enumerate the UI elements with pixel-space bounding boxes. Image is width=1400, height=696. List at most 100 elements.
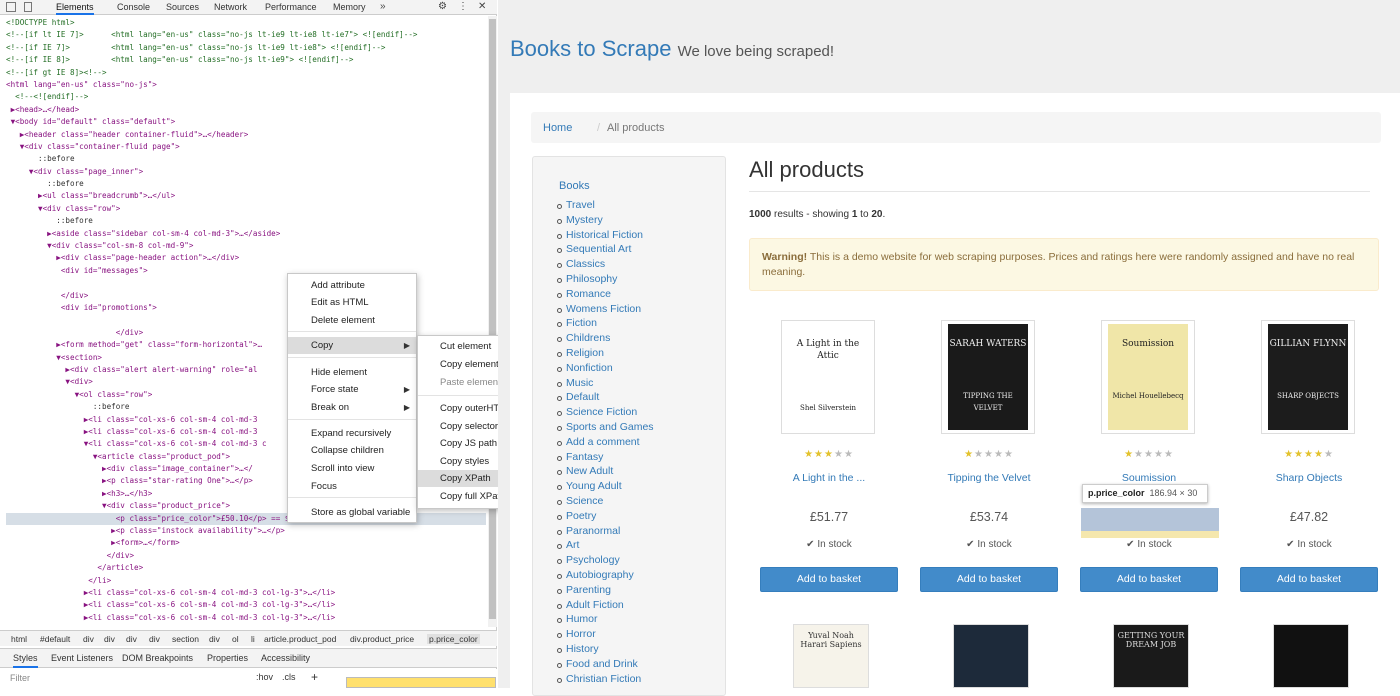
book-cover[interactable]: Yuval Noah Harari Sapiens bbox=[793, 624, 869, 688]
hov-toggle[interactable]: :hov bbox=[256, 672, 273, 682]
context-menu-item[interactable]: Copy ▶ bbox=[288, 337, 416, 354]
book-cover[interactable]: GETTING YOUR DREAM JOB bbox=[1113, 624, 1189, 688]
book-cover[interactable]: SARAH WATERS TIPPING THE VELVET bbox=[941, 320, 1035, 434]
tab-properties[interactable]: Properties bbox=[207, 653, 248, 663]
tab-accessibility[interactable]: Accessibility bbox=[261, 653, 310, 663]
site-brand[interactable]: Books to Scrape We love being scraped! bbox=[510, 36, 834, 62]
breadcrumb-home[interactable]: Home bbox=[543, 122, 572, 134]
category-link[interactable]: Psychology bbox=[557, 554, 654, 569]
category-link[interactable]: Humor bbox=[557, 613, 654, 628]
elements-scrollbar[interactable] bbox=[488, 16, 497, 627]
tab-event-listeners[interactable]: Event Listeners bbox=[51, 653, 113, 663]
category-link[interactable]: Sequential Art bbox=[557, 243, 654, 258]
dom-tree-line[interactable]: <!--[if gt IE 8]><!--> bbox=[6, 67, 486, 79]
dom-tree-line[interactable]: ▶<li class="col-xs-6 col-sm-4 col-md-3 c… bbox=[6, 612, 486, 624]
tab-styles[interactable]: Styles bbox=[13, 653, 38, 668]
dom-breadcrumb-item[interactable]: html bbox=[11, 634, 27, 644]
close-icon[interactable]: ✕ bbox=[478, 1, 486, 12]
category-link[interactable]: Christian Fiction bbox=[557, 673, 654, 688]
dom-breadcrumb-item[interactable]: section bbox=[172, 634, 199, 644]
product-title[interactable]: Tipping the Velvet bbox=[919, 472, 1059, 484]
tab-dom-breakpoints[interactable]: DOM Breakpoints bbox=[122, 653, 193, 663]
category-link[interactable]: Art bbox=[557, 539, 654, 554]
book-cover[interactable]: GILLIAN FLYNN SHARP OBJECTS bbox=[1261, 320, 1355, 434]
dom-tree-line[interactable]: ▼<div class="page_inner"> bbox=[6, 166, 486, 178]
tab-performance[interactable]: Performance bbox=[265, 2, 317, 12]
category-link[interactable]: Paranormal bbox=[557, 525, 654, 540]
context-menu-item[interactable]: Delete element bbox=[288, 312, 416, 329]
book-cover[interactable] bbox=[953, 624, 1029, 688]
dom-tree-line[interactable]: ▶<aside class="sidebar col-sm-4 col-md-3… bbox=[6, 228, 486, 240]
category-link[interactable]: Mystery bbox=[557, 214, 654, 229]
dom-tree-line[interactable]: ▶<li class="col-xs-6 col-sm-4 col-md-3 c… bbox=[6, 599, 486, 611]
dom-tree-line[interactable]: ▼<div class="col-sm-8 col-md-9"> bbox=[6, 240, 486, 252]
dom-breadcrumb-item[interactable]: div bbox=[149, 634, 160, 644]
category-link[interactable]: Fantasy bbox=[557, 451, 654, 466]
category-link[interactable]: Nonfiction bbox=[557, 362, 654, 377]
dom-tree-line[interactable]: ▶<head>…</head> bbox=[6, 104, 486, 116]
category-link[interactable]: Womens Fiction bbox=[557, 303, 654, 318]
scrollbar-thumb[interactable] bbox=[489, 19, 496, 619]
dom-breadcrumb-item[interactable]: div bbox=[104, 634, 115, 644]
dom-tree-line[interactable]: ▶<form>…</form> bbox=[6, 537, 486, 549]
context-menu-item[interactable]: Break on ▶ bbox=[288, 399, 416, 416]
category-link[interactable]: Romance bbox=[557, 288, 654, 303]
add-to-basket-button[interactable]: Add to basket bbox=[1240, 567, 1378, 592]
dom-tree-line[interactable]: ::before bbox=[6, 153, 486, 165]
category-link[interactable]: Default bbox=[557, 391, 654, 406]
new-style-rule-button[interactable]: + bbox=[311, 670, 318, 684]
category-link[interactable]: Add a comment bbox=[557, 436, 654, 451]
dom-tree-line[interactable]: ▶<div class="page-header action">…</div> bbox=[6, 252, 486, 264]
filter-input[interactable]: Filter bbox=[10, 673, 30, 683]
category-link[interactable]: Fiction bbox=[557, 317, 654, 332]
dom-breadcrumb-item[interactable]: ol bbox=[232, 634, 239, 644]
dom-tree-line[interactable]: ▶<p class="instock availability">…</p> bbox=[6, 525, 486, 537]
gear-icon[interactable]: ⚙ bbox=[438, 1, 447, 12]
book-cover[interactable]: Soumission Michel Houellebecq bbox=[1101, 320, 1195, 434]
more-options-icon[interactable]: ⋮ bbox=[458, 1, 468, 12]
category-link[interactable]: New Adult bbox=[557, 465, 654, 480]
dom-breadcrumb-item[interactable]: div.product_price bbox=[350, 634, 414, 644]
tab-elements[interactable]: Elements bbox=[56, 2, 94, 15]
category-link[interactable]: Philosophy bbox=[557, 273, 654, 288]
context-menu-item[interactable]: Scroll into view bbox=[288, 460, 416, 477]
context-menu-item[interactable]: Add attribute bbox=[288, 277, 416, 294]
category-link[interactable]: Religion bbox=[557, 347, 654, 362]
category-link[interactable]: Childrens bbox=[557, 332, 654, 347]
dom-tree-line[interactable]: </li> bbox=[6, 575, 486, 587]
brand-name[interactable]: Books to Scrape bbox=[510, 36, 671, 61]
dom-tree-line[interactable]: ▶<header class="header container-fluid">… bbox=[6, 129, 486, 141]
add-to-basket-button[interactable]: Add to basket bbox=[760, 567, 898, 592]
context-menu-item[interactable]: Focus bbox=[288, 478, 416, 495]
category-link[interactable]: Science bbox=[557, 495, 654, 510]
dom-tree-line[interactable]: ▼<body id="default" class="default"> bbox=[6, 116, 486, 128]
dom-breadcrumb-item[interactable]: article.product_pod bbox=[264, 634, 336, 644]
category-link[interactable]: Young Adult bbox=[557, 480, 654, 495]
cls-toggle[interactable]: .cls bbox=[282, 672, 296, 682]
category-link[interactable]: Adult Fiction bbox=[557, 599, 654, 614]
category-link[interactable]: Horror bbox=[557, 628, 654, 643]
product-title[interactable]: Sharp Objects bbox=[1239, 472, 1379, 484]
add-to-basket-button[interactable]: Add to basket bbox=[920, 567, 1058, 592]
context-menu-item[interactable]: Store as global variable bbox=[288, 504, 416, 521]
category-link[interactable]: Food and Drink bbox=[557, 658, 654, 673]
more-tabs-icon[interactable]: » bbox=[380, 1, 386, 12]
dom-tree-line[interactable]: ▼<div class="container-fluid page"> bbox=[6, 141, 486, 153]
inspect-icon[interactable] bbox=[6, 2, 16, 12]
dom-tree-line[interactable]: </div> bbox=[6, 550, 486, 562]
context-menu-item[interactable]: Edit as HTML bbox=[288, 294, 416, 311]
category-link[interactable]: Historical Fiction bbox=[557, 229, 654, 244]
dom-tree-line[interactable]: <!--[if IE 7]> <html lang="en-us" class=… bbox=[6, 42, 486, 54]
dom-tree-line[interactable]: <!--<![endif]--> bbox=[6, 91, 486, 103]
dom-tree-line[interactable]: ::before bbox=[6, 178, 486, 190]
dom-tree-line[interactable]: ▶<li class="col-xs-6 col-sm-4 col-md-3 c… bbox=[6, 587, 486, 599]
tab-network[interactable]: Network bbox=[214, 2, 247, 12]
dom-tree-line[interactable]: ::before bbox=[6, 215, 486, 227]
context-menu-item[interactable]: Hide element bbox=[288, 364, 416, 381]
category-link[interactable]: Poetry bbox=[557, 510, 654, 525]
context-menu-item[interactable]: Force state ▶ bbox=[288, 381, 416, 398]
category-link[interactable]: Parenting bbox=[557, 584, 654, 599]
book-cover[interactable] bbox=[1273, 624, 1349, 688]
category-link[interactable]: Science Fiction bbox=[557, 406, 654, 421]
category-link[interactable]: History bbox=[557, 643, 654, 658]
